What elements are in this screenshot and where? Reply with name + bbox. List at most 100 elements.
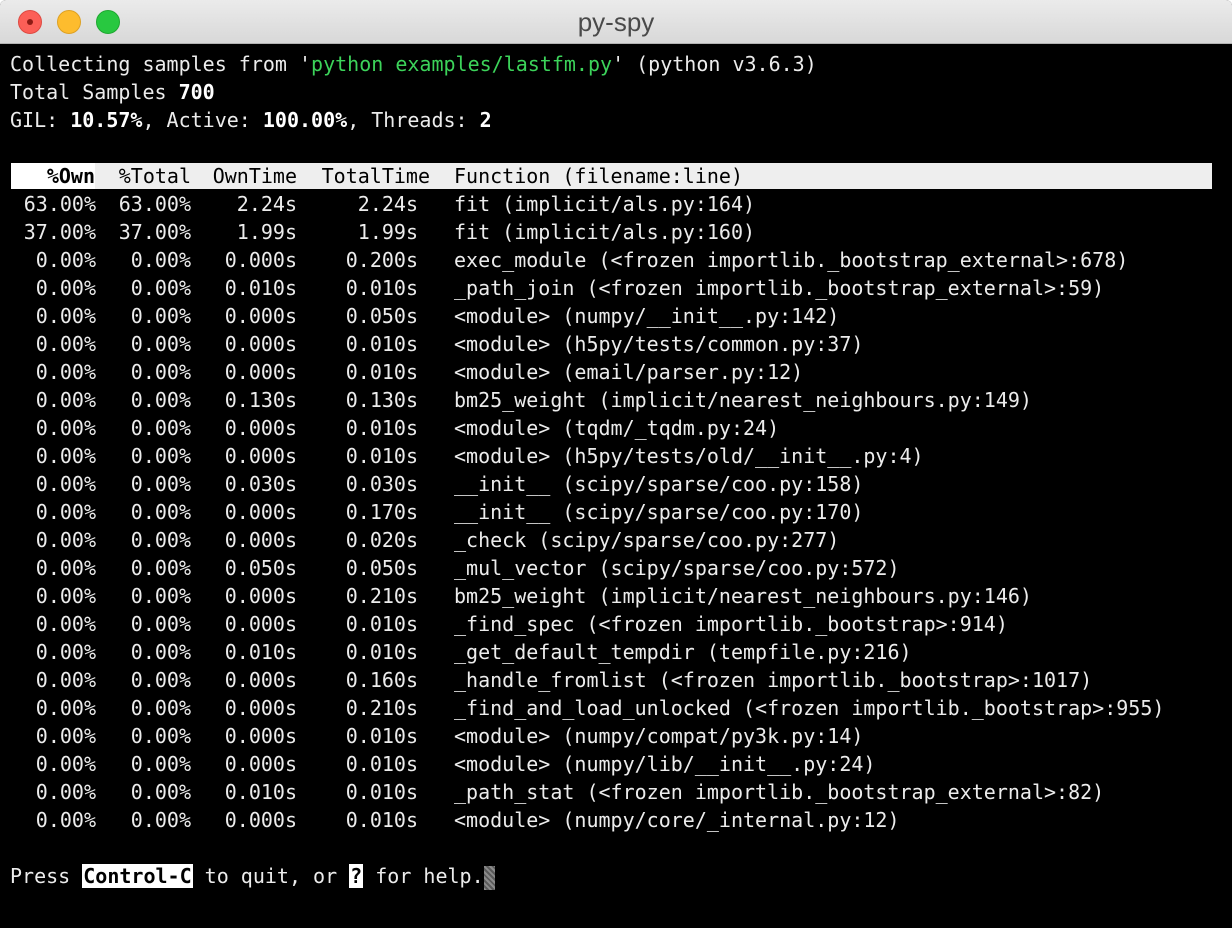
cell-totaltime: 0.050s	[345, 556, 418, 580]
table-row: 0.00% 0.00% 0.130s 0.130s bm25_weight (impli…	[0, 386, 1232, 414]
cell-totaltime: 0.010s	[345, 444, 418, 468]
cell-totaltime: 0.050s	[345, 304, 418, 328]
window-title: py-spy	[577, 7, 655, 37]
cell-owntime: 0.010s	[224, 640, 297, 664]
cell-totaltime: 1.99s	[357, 220, 418, 244]
table-row: 0.00% 0.00% 0.000s 0.010s <module> (numpy/co…	[0, 806, 1232, 834]
cell-owntime: 0.130s	[224, 388, 297, 412]
help-line: Press Control-C to quit, or ? for help.	[10, 862, 495, 890]
table-row: 0.00% 0.00% 0.000s 0.010s <module> (numpy/co…	[0, 722, 1232, 750]
cell-totaltime: 0.030s	[345, 472, 418, 496]
cell-totaltime: 0.010s	[345, 332, 418, 356]
cell-totaltime: 0.170s	[345, 500, 418, 524]
cell-totaltime: 0.160s	[345, 668, 418, 692]
collecting-suffix: ' (python v3.6.3)	[612, 52, 817, 76]
cell-total: 0.00%	[130, 752, 191, 776]
header-own[interactable]: %Own	[11, 163, 95, 189]
collecting-line: Collecting samples from 'python examples…	[10, 50, 817, 78]
cell-total: 63.00%	[118, 192, 191, 216]
cell-owntime: 0.000s	[224, 752, 297, 776]
cell-totaltime: 0.210s	[345, 584, 418, 608]
cell-totaltime: 0.010s	[345, 808, 418, 832]
cell-totaltime: 0.010s	[345, 640, 418, 664]
cell-function: <module> (numpy/compat/py3k.py:14)	[454, 724, 864, 748]
cell-own: 0.00%	[35, 724, 96, 748]
gil-value: 10.57%	[70, 108, 143, 132]
cell-total: 0.00%	[130, 472, 191, 496]
cell-totaltime: 0.010s	[345, 276, 418, 300]
cell-function: fit (implicit/als.py:160)	[454, 220, 756, 244]
cell-own: 0.00%	[35, 780, 96, 804]
cell-function: <module> (email/parser.py:12)	[454, 360, 804, 384]
cell-function: <module> (h5py/tests/old/__init__.py:4)	[454, 444, 924, 468]
terminal-content[interactable]: Collecting samples from 'python examples…	[0, 44, 1232, 928]
table-row: 63.00% 63.00% 2.24s 2.24s fit (implicit/als.…	[0, 190, 1232, 218]
cell-owntime: 0.000s	[224, 724, 297, 748]
cell-total: 0.00%	[130, 444, 191, 468]
cell-own: 0.00%	[35, 528, 96, 552]
header-function[interactable]: Function (filename:line)	[454, 163, 1054, 189]
cell-owntime: 0.000s	[224, 500, 297, 524]
cell-owntime: 0.000s	[224, 304, 297, 328]
table-row: 0.00% 0.00% 0.000s 0.010s <module> (email/pa…	[0, 358, 1232, 386]
threads-label: , Threads:	[347, 108, 480, 132]
cell-total: 0.00%	[130, 388, 191, 412]
table-row: 37.00% 37.00% 1.99s 1.99s fit (implicit/als.…	[0, 218, 1232, 246]
header-owntime[interactable]: OwnTime	[191, 163, 297, 189]
cell-total: 0.00%	[130, 332, 191, 356]
cell-function: _path_stat (<frozen importlib._bootstrap…	[454, 780, 1105, 804]
header-total[interactable]: %Total	[95, 163, 191, 189]
cell-total: 0.00%	[130, 640, 191, 664]
table-row: 0.00% 0.00% 0.050s 0.050s _mul_vector (scipy…	[0, 554, 1232, 582]
cell-own: 0.00%	[35, 416, 96, 440]
table-row: 0.00% 0.00% 0.000s 0.020s _check (scipy/spar…	[0, 526, 1232, 554]
collecting-prefix: Collecting samples from '	[10, 52, 312, 76]
cell-total: 0.00%	[130, 304, 191, 328]
table-row: 0.00% 0.00% 0.030s 0.030s __init__ (scipy/sp…	[0, 470, 1232, 498]
cell-function: <module> (numpy/lib/__init__.py:24)	[454, 752, 876, 776]
cell-function: __init__ (scipy/sparse/coo.py:158)	[454, 472, 864, 496]
help-end: for help.	[363, 864, 484, 888]
cell-own: 0.00%	[35, 248, 96, 272]
cell-owntime: 0.000s	[224, 248, 297, 272]
cell-owntime: 0.000s	[224, 332, 297, 356]
cell-owntime: 0.000s	[224, 360, 297, 384]
quit-key: Control-C	[82, 864, 193, 888]
table-row: 0.00% 0.00% 0.000s 0.010s <module> (numpy/li…	[0, 750, 1232, 778]
cell-function: _path_join (<frozen importlib._bootstrap…	[454, 276, 1105, 300]
cell-total: 0.00%	[130, 808, 191, 832]
cell-own: 0.00%	[35, 388, 96, 412]
title-bar[interactable]: py-spy	[0, 0, 1232, 44]
cell-totaltime: 0.210s	[345, 696, 418, 720]
help-press: Press	[10, 864, 83, 888]
cell-total: 0.00%	[130, 584, 191, 608]
table-row: 0.00% 0.00% 0.010s 0.010s _get_default_tempd…	[0, 638, 1232, 666]
cell-owntime: 0.000s	[224, 612, 297, 636]
cell-totaltime: 0.010s	[345, 780, 418, 804]
cell-total: 0.00%	[130, 724, 191, 748]
cell-own: 0.00%	[35, 696, 96, 720]
cell-owntime: 0.000s	[224, 528, 297, 552]
cell-total: 0.00%	[130, 556, 191, 580]
table-row: 0.00% 0.00% 0.000s 0.010s <module> (h5py/tes…	[0, 330, 1232, 358]
cell-own: 0.00%	[35, 612, 96, 636]
cell-own: 0.00%	[35, 808, 96, 832]
cell-totaltime: 0.010s	[345, 416, 418, 440]
cell-total: 0.00%	[130, 528, 191, 552]
cell-function: <module> (h5py/tests/common.py:37)	[454, 332, 864, 356]
cell-owntime: 0.000s	[224, 808, 297, 832]
cell-total: 0.00%	[130, 500, 191, 524]
cell-function: __init__ (scipy/sparse/coo.py:170)	[454, 500, 864, 524]
cell-total: 37.00%	[118, 220, 191, 244]
cell-own: 0.00%	[35, 276, 96, 300]
cell-total: 0.00%	[130, 780, 191, 804]
total-samples-label: Total Samples	[10, 80, 179, 104]
header-totaltime[interactable]: TotalTime	[297, 163, 430, 189]
cell-owntime: 0.010s	[224, 780, 297, 804]
cell-owntime: 2.24s	[236, 192, 297, 216]
cell-totaltime: 0.010s	[345, 724, 418, 748]
cell-owntime: 0.010s	[224, 276, 297, 300]
table-row: 0.00% 0.00% 0.000s 0.160s _handle_fromlist (…	[0, 666, 1232, 694]
total-samples-line: Total Samples 700	[10, 78, 215, 106]
table-row: 0.00% 0.00% 0.000s 0.210s bm25_weight (impli…	[0, 582, 1232, 610]
